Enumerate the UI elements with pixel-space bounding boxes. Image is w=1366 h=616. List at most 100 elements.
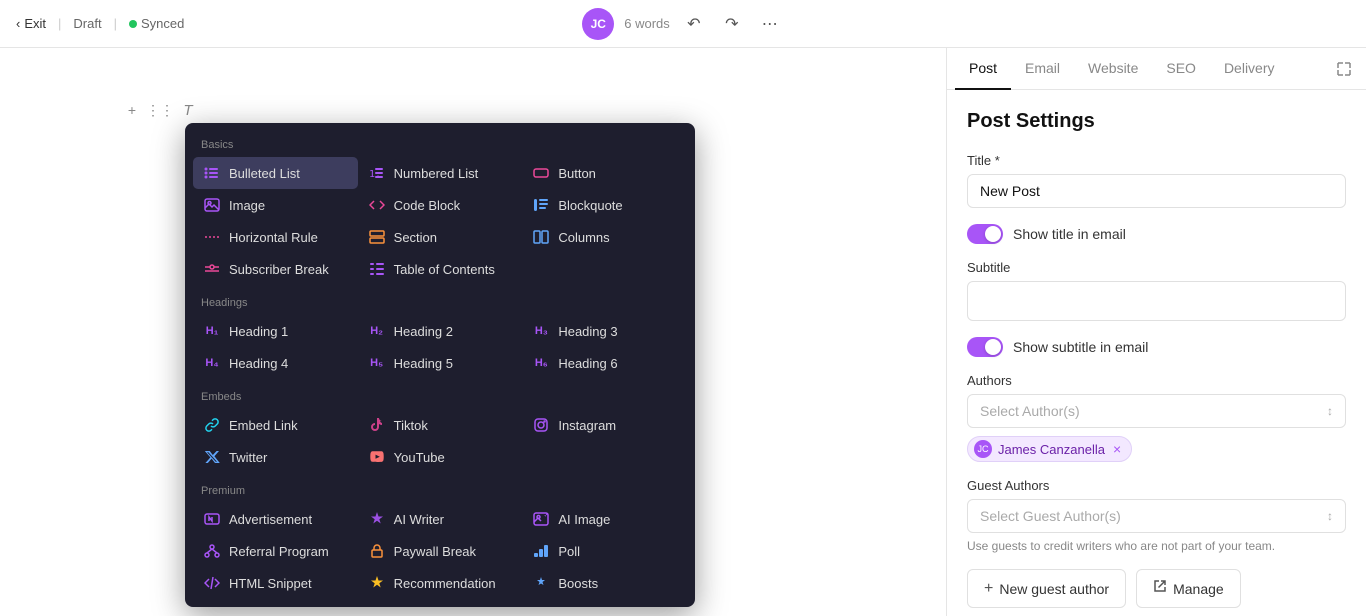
menu-item-poll[interactable]: Poll	[522, 535, 687, 567]
menu-item-heading-5[interactable]: H₅ Heading 5	[358, 347, 523, 379]
menu-item-table-of-contents[interactable]: Table of Contents	[358, 253, 523, 285]
undo-button[interactable]: ↶	[680, 10, 708, 38]
exit-label: Exit	[24, 16, 46, 31]
menu-item-youtube[interactable]: YouTube	[358, 441, 523, 473]
twitter-icon	[203, 448, 221, 466]
title-group: Title *	[967, 153, 1346, 208]
add-block-button[interactable]: +	[120, 98, 144, 122]
person-add-icon: +	[984, 580, 993, 598]
avatar[interactable]: JC	[582, 8, 614, 40]
manage-button[interactable]: Manage	[1136, 569, 1241, 608]
redo-button[interactable]: ↷	[718, 10, 746, 38]
heading-1-label: Heading 1	[229, 324, 288, 339]
table-of-contents-label: Table of Contents	[394, 262, 495, 277]
guest-authors-select[interactable]: Select Guest Author(s) ↕	[967, 499, 1346, 533]
menu-item-html-snippet[interactable]: HTML Snippet	[193, 567, 358, 599]
menu-item-tiktok[interactable]: Tiktok	[358, 409, 523, 441]
heading-4-label: Heading 4	[229, 356, 288, 371]
toggle-knob-2	[985, 339, 1001, 355]
menu-item-ai-image[interactable]: AI Image	[522, 503, 687, 535]
topbar: ‹ Exit | Draft | Synced JC 6 words ↶ ↷ ⋯	[0, 0, 1366, 48]
menu-item-heading-1[interactable]: H₁ Heading 1	[193, 315, 358, 347]
menu-item-heading-3[interactable]: H₃ Heading 3	[522, 315, 687, 347]
menu-item-ai-writer[interactable]: AI Writer	[358, 503, 523, 535]
panel-content: Post Settings Title * Show title in emai…	[947, 90, 1366, 616]
basics-grid: Bulleted List 1. Numbered List Button	[185, 157, 695, 285]
separator2: |	[114, 16, 117, 31]
guest-authors-label: Guest Authors	[967, 478, 1346, 493]
author-remove-button[interactable]: ×	[1113, 441, 1121, 457]
author-name: James Canzanella	[998, 442, 1105, 457]
external-link-icon	[1153, 579, 1167, 598]
right-panel: Post Email Website SEO Delivery Post Set…	[946, 48, 1366, 616]
h3-icon: H₃	[532, 322, 550, 340]
embeds-section-label: Embeds	[185, 387, 695, 409]
chevron-left-icon: ‹	[16, 16, 20, 31]
synced-badge: Synced	[129, 16, 184, 31]
show-subtitle-label: Show subtitle in email	[1013, 339, 1148, 355]
h6-icon: H₆	[532, 354, 550, 372]
show-title-toggle[interactable]	[967, 224, 1003, 244]
menu-item-instagram[interactable]: Instagram	[522, 409, 687, 441]
author-tag: JC James Canzanella ×	[967, 436, 1132, 462]
tab-email[interactable]: Email	[1011, 48, 1074, 90]
html-snippet-label: HTML Snippet	[229, 576, 312, 591]
menu-item-recommendation[interactable]: Recommendation	[358, 567, 523, 599]
columns-icon	[532, 228, 550, 246]
panel-title: Post Settings	[967, 110, 1346, 133]
menu-item-section[interactable]: Section	[358, 221, 523, 253]
columns-label: Columns	[558, 230, 609, 245]
heading-5-label: Heading 5	[394, 356, 453, 371]
word-count: 6 words	[624, 16, 670, 31]
authors-label: Authors	[967, 373, 1346, 388]
editor-area[interactable]: + ⋮⋮ T Basics Bulleted List 1. Nu	[0, 48, 946, 616]
menu-item-heading-4[interactable]: H₄ Heading 4	[193, 347, 358, 379]
menu-item-code-block[interactable]: Code Block	[358, 189, 523, 221]
menu-item-columns[interactable]: Columns	[522, 221, 687, 253]
section-label-item: Section	[394, 230, 437, 245]
heading-3-label: Heading 3	[558, 324, 617, 339]
recommendation-label: Recommendation	[394, 576, 496, 591]
menu-item-button[interactable]: Button	[522, 157, 687, 189]
h2-icon: H₂	[368, 322, 386, 340]
tab-post[interactable]: Post	[955, 48, 1011, 90]
menu-item-blockquote[interactable]: Blockquote	[522, 189, 687, 221]
show-subtitle-toggle[interactable]	[967, 337, 1003, 357]
exit-button[interactable]: ‹ Exit	[16, 16, 46, 31]
menu-item-numbered-list[interactable]: 1. Numbered List	[358, 157, 523, 189]
new-guest-author-button[interactable]: + New guest author	[967, 569, 1126, 608]
tab-delivery[interactable]: Delivery	[1210, 48, 1289, 90]
authors-select[interactable]: Select Author(s) ↕	[967, 394, 1346, 428]
button-label: Button	[558, 166, 596, 181]
menu-item-heading-6[interactable]: H₆ Heading 6	[522, 347, 687, 379]
menu-item-heading-2[interactable]: H₂ Heading 2	[358, 315, 523, 347]
menu-item-referral-program[interactable]: Referral Program	[193, 535, 358, 567]
new-guest-author-label: New guest author	[999, 581, 1109, 597]
embeds-grid: Embed Link Tiktok Instagram	[185, 409, 695, 473]
menu-item-horizontal-rule[interactable]: Horizontal Rule	[193, 221, 358, 253]
show-title-toggle-row: Show title in email	[967, 224, 1346, 244]
panel-tabs: Post Email Website SEO Delivery	[947, 48, 1366, 90]
menu-item-twitter[interactable]: Twitter	[193, 441, 358, 473]
more-options-button[interactable]: ⋯	[756, 10, 784, 38]
menu-item-subscriber-break[interactable]: Subscriber Break	[193, 253, 358, 285]
menu-item-boosts[interactable]: Boosts	[522, 567, 687, 599]
subtitle-input[interactable]	[967, 281, 1346, 321]
title-input[interactable]	[967, 174, 1346, 208]
menu-item-embed-link[interactable]: Embed Link	[193, 409, 358, 441]
subscriber-break-label: Subscriber Break	[229, 262, 329, 277]
list-ol-icon: 1.	[368, 164, 386, 182]
format-button[interactable]: T	[176, 98, 200, 122]
author-avatar: JC	[974, 440, 992, 458]
show-title-label: Show title in email	[1013, 226, 1126, 242]
topbar-center: JC 6 words ↶ ↷ ⋯	[582, 8, 784, 40]
menu-item-bulleted-list[interactable]: Bulleted List	[193, 157, 358, 189]
tab-website[interactable]: Website	[1074, 48, 1152, 90]
menu-item-advertisement[interactable]: Advertisement	[193, 503, 358, 535]
menu-item-paywall-break[interactable]: Paywall Break	[358, 535, 523, 567]
tab-seo[interactable]: SEO	[1152, 48, 1210, 90]
menu-item-image[interactable]: Image	[193, 189, 358, 221]
drag-handle[interactable]: ⋮⋮	[148, 98, 172, 122]
heading-2-label: Heading 2	[394, 324, 453, 339]
panel-expand-button[interactable]	[1330, 55, 1358, 83]
